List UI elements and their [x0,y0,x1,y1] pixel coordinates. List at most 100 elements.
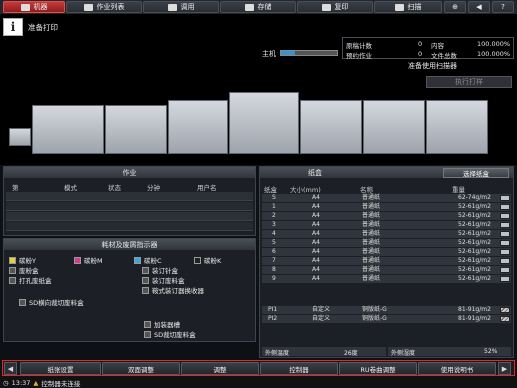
print-engine [229,92,299,154]
originals-label: 原稿计数 [346,42,372,50]
tab-scan[interactable]: 扫描 [374,1,442,13]
paper-level-bar [500,276,510,282]
clock-icon: ◷ [3,379,9,387]
job-panel: 作业 第 模式 状态 分钟 用户名 [3,166,256,236]
sd-cross-trim-indicator: SD横向裁切废料盒 [19,297,84,307]
paper-feed-unit-2 [363,100,425,154]
staple-indicator: 装订针盒 [142,265,178,275]
paper-level-bar [500,204,510,210]
tray-row-7[interactable]: 7 A4 普通纸 52-61g/m2 [262,257,511,265]
reserved-value: 0 [418,50,423,58]
sd-trim-waste-indicator: SD裁切废料盒 [144,329,196,339]
tab-recall[interactable]: 调用 [143,1,219,13]
globe-icon: ⊕ [452,3,458,11]
job-row[interactable] [6,202,253,211]
job-row[interactable] [6,212,253,221]
scroll-left-button[interactable]: ◀ [4,362,17,375]
duplex-adjust-button[interactable]: 双面调整 [102,362,180,375]
job-row[interactable] [6,192,253,201]
toner-k-icon [194,256,201,264]
footer-message: 控制器未连接 [41,380,81,388]
ru-curl-adjust-button[interactable]: RU卷曲调整 [339,362,417,375]
toner-y-icon [9,256,16,264]
footer-status: ◷ 13:37 ▲ 控制器未连接 [3,378,80,388]
paper-feed-unit-1 [300,100,362,154]
counters-panel: 原稿计数 0 内容 100.000% 预约作业 0 文件总数 100.000% [342,37,514,60]
memory-value: 100.000% [477,40,511,48]
speaker-icon: ◀ [476,3,482,11]
user-manual-button[interactable]: 使用说明书 [418,362,496,375]
help-button[interactable]: ? [492,1,514,13]
staple-icon [142,266,149,274]
exec-proof-button[interactable]: 执行打样 [426,76,512,88]
top-tab-bar: 机器 作业列表 调用 存储 复印 扫描 ⊕ ◀ ? [0,0,517,14]
scroll-right-button[interactable]: ▶ [498,362,511,375]
ext-temp-box: 外侧温度 26度 [262,347,386,357]
reserved-label: 预约作业 [346,52,372,60]
arrow-left-icon: ◀ [7,364,14,373]
copy-icon [321,3,331,11]
paper-feed-unit-3 [426,100,488,154]
tray-row-pi2[interactable]: PI2 自定义 铜版纸-G 81-91g/m2 [262,315,511,323]
machine-icon [20,3,30,11]
ext-temp-value: 26度 [344,350,358,357]
store-icon [244,3,254,11]
tray-row-pi1[interactable]: PI1 自定义 铜版纸-G 81-91g/m2 [262,306,511,314]
paper-level-bar [500,307,510,313]
warning-icon: ▲ [33,379,39,387]
waste-toner-indicator: 废粉盒 [9,265,39,275]
info-icon[interactable]: i [3,18,23,36]
job-panel-title: 作业 [4,167,255,178]
tab-machine[interactable]: 机器 [3,1,65,13]
col-mode: 模式 [64,184,77,192]
host-label: 主机 [262,50,276,58]
tray-row-9[interactable]: 9 A4 普通纸 52-61g/m2 [262,275,511,283]
col-tray: 纸盒 [264,186,277,194]
tab-job-list[interactable]: 作业列表 [66,1,142,13]
tray-row-1[interactable]: 1 A4 普通纸 52-61g/m2 [262,203,511,211]
tray-row-6[interactable]: 6 A4 普通纸 52-61g/m2 [262,248,511,256]
col-name: 名称 [360,186,373,194]
host-memory-bar [280,50,338,56]
globe-button[interactable]: ⊕ [444,1,466,13]
tray-row-5[interactable]: 5 A4 普通纸 52-61g/m2 [262,239,511,247]
tray-row-3[interactable]: 3 A4 普通纸 52-61g/m2 [262,221,511,229]
paper-setting-button[interactable]: 纸张设置 [20,362,101,375]
tab-copy[interactable]: 复印 [297,1,373,13]
originals-value: 0 [418,40,423,48]
consumables-panel: 耗材及废屑指示器 碳粉Y 碳粉M 碳粉C 碳粉K 废粉盒 装订针盒 打孔废纸盒 … [3,238,256,342]
finisher-unit [32,105,104,154]
controller-button[interactable]: 控制器 [260,362,338,375]
bind-icon [142,276,149,284]
trim-waste-icon [144,330,151,338]
tray-row-2[interactable]: 2 A4 普通纸 52-61g/m2 [262,212,511,220]
inserter-icon [144,320,151,328]
paper-level-bar [500,231,510,237]
folding-unit [168,100,228,154]
inserter-slot-indicator: 加装器槽 [144,319,180,329]
tray-row-4[interactable]: 4 A4 普通纸 52-61g/m2 [262,230,511,238]
consumables-title: 耗材及废屑指示器 [4,239,255,250]
punch-waste-indicator: 打孔废纸盒 [9,275,52,285]
volume-button[interactable]: ◀ [468,1,490,13]
tab-store[interactable]: 存储 [220,1,296,13]
memory-label: 内容 [431,42,444,50]
col-user: 用户名 [197,184,217,192]
tray-row-8[interactable]: 8 A4 普通纸 52-61g/m2 [262,266,511,274]
tray-row-s[interactable]: S A4 普通纸 62-74g/m2 [262,194,511,202]
ext-humid-label: 外侧湿度 [391,350,416,357]
select-tray-button[interactable]: 选择纸盒 [443,168,509,178]
col-size: 大小(mm) [290,186,321,194]
saddle-icon [142,286,149,294]
job-row[interactable] [6,222,253,231]
ext-humid-value: 52% [484,348,498,355]
paper-level-bar [500,316,510,322]
paper-level-bar [500,240,510,246]
punch-icon [9,276,16,284]
col-number: 第 [12,184,19,192]
help-icon: ? [501,3,505,11]
total-label: 文件总数 [431,52,457,60]
paper-level-bar [500,195,510,201]
adjust-button[interactable]: 调整 [181,362,259,375]
toner-k-indicator: 碳粉K [194,255,221,265]
